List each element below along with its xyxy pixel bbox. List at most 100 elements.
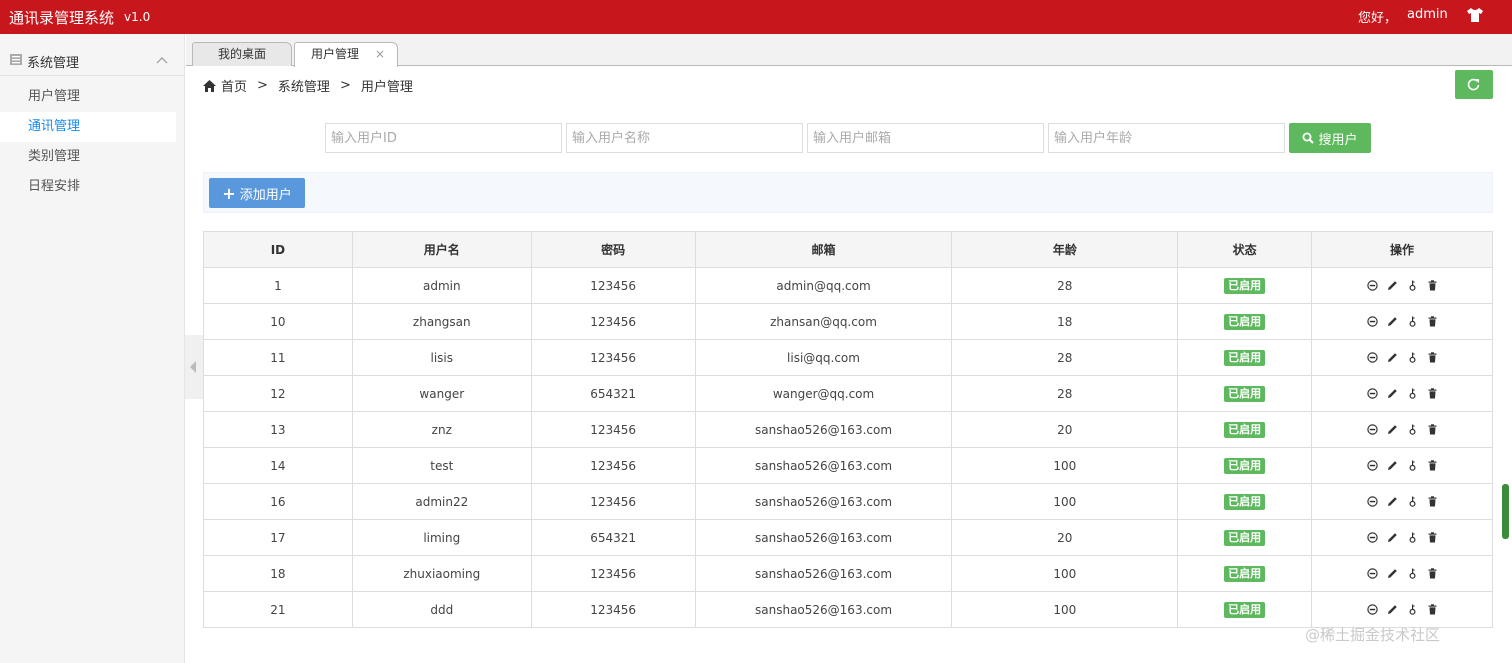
shirt-icon[interactable]: [1466, 6, 1484, 24]
trash-icon[interactable]: [1427, 316, 1438, 327]
cell-email: sanshao526@163.com: [694, 591, 953, 628]
cell-id: 21: [203, 591, 353, 628]
cell-email: sanshao526@163.com: [694, 483, 953, 520]
plus-icon: +: [222, 183, 236, 203]
edit-icon[interactable]: [1387, 388, 1398, 399]
cell-email: lisi@qq.com: [694, 339, 953, 376]
sidebar-section-system[interactable]: 系统管理: [0, 44, 185, 76]
edit-icon[interactable]: [1387, 568, 1398, 579]
search-user-button[interactable]: 搜用户: [1289, 123, 1371, 153]
refresh-button[interactable]: [1455, 70, 1493, 99]
edit-icon[interactable]: [1387, 280, 1398, 291]
disable-icon[interactable]: [1366, 496, 1378, 507]
row-actions: [1312, 568, 1492, 579]
status-badge: 已启用: [1224, 601, 1266, 618]
edit-icon[interactable]: [1387, 424, 1398, 435]
breadcrumb-level2: 用户管理: [360, 80, 413, 95]
row-actions: [1312, 496, 1492, 507]
tab-close-icon[interactable]: ×: [375, 43, 385, 65]
key-icon[interactable]: [1407, 316, 1418, 327]
breadcrumb-level1[interactable]: 系统管理: [278, 76, 330, 95]
sidebar-item-user-management[interactable]: 用户管理: [0, 82, 176, 112]
cell-actions: [1311, 519, 1493, 556]
sidebar-collapse-toggle[interactable]: [185, 335, 203, 399]
disable-icon[interactable]: [1366, 316, 1378, 327]
row-actions: [1312, 388, 1492, 399]
edit-icon[interactable]: [1387, 316, 1398, 327]
key-icon[interactable]: [1407, 280, 1418, 291]
trash-icon[interactable]: [1427, 568, 1438, 579]
tab-label: 用户管理: [310, 47, 359, 61]
cell-age: 100: [951, 447, 1179, 484]
cell-status: 已启用: [1177, 483, 1313, 520]
user-menu[interactable]: admin: [1407, 7, 1448, 22]
trash-icon[interactable]: [1427, 280, 1438, 291]
tab-user-management[interactable]: 用户管理 ×: [294, 42, 398, 67]
search-icon: [1302, 132, 1315, 144]
trash-icon[interactable]: [1427, 496, 1438, 507]
edit-icon[interactable]: [1387, 604, 1398, 615]
sidebar-item-schedule[interactable]: 日程安排: [0, 172, 176, 202]
sidebar-item-contact-management[interactable]: 通讯管理: [0, 112, 176, 142]
key-icon[interactable]: [1407, 424, 1418, 435]
tab-label: 我的桌面: [217, 47, 266, 61]
cell-username: ddd: [351, 591, 532, 628]
cell-id: 18: [203, 555, 353, 592]
disable-icon[interactable]: [1366, 424, 1378, 435]
user-id-input[interactable]: [325, 123, 562, 153]
add-user-button[interactable]: + 添加用户: [209, 178, 305, 208]
cell-id: 11: [203, 339, 353, 376]
cell-username: test: [351, 447, 532, 484]
cell-status: 已启用: [1177, 591, 1313, 628]
cell-age: 28: [951, 339, 1179, 376]
disable-icon[interactable]: [1366, 460, 1378, 471]
cell-status: 已启用: [1177, 339, 1313, 376]
disable-icon[interactable]: [1366, 388, 1378, 399]
trash-icon[interactable]: [1427, 532, 1438, 543]
row-actions: [1312, 280, 1492, 291]
cell-username: admin: [351, 267, 532, 304]
trash-icon[interactable]: [1427, 388, 1438, 399]
status-badge: 已启用: [1224, 493, 1266, 510]
breadcrumb-home[interactable]: 首页: [221, 76, 247, 95]
cell-age: 28: [951, 267, 1179, 304]
cell-id: 12: [203, 375, 353, 412]
key-icon[interactable]: [1407, 352, 1418, 363]
trash-icon[interactable]: [1427, 424, 1438, 435]
disable-icon[interactable]: [1366, 352, 1378, 363]
user-name-input[interactable]: [566, 123, 803, 153]
edit-icon[interactable]: [1387, 460, 1398, 471]
key-icon[interactable]: [1407, 460, 1418, 471]
cell-id: 13: [203, 411, 353, 448]
trash-icon[interactable]: [1427, 352, 1438, 363]
key-icon[interactable]: [1407, 568, 1418, 579]
cell-id: 14: [203, 447, 353, 484]
edit-icon[interactable]: [1387, 532, 1398, 543]
disable-icon[interactable]: [1366, 280, 1378, 291]
status-badge: 已启用: [1224, 385, 1266, 402]
trash-icon[interactable]: [1427, 460, 1438, 471]
disable-icon[interactable]: [1366, 604, 1378, 615]
table-row: 18 zhuxiaoming 123456 sanshao526@163.com 100…: [203, 555, 1493, 592]
cell-email: wanger@qq.com: [694, 375, 953, 412]
key-icon[interactable]: [1407, 496, 1418, 507]
disable-icon[interactable]: [1366, 568, 1378, 579]
key-icon[interactable]: [1407, 532, 1418, 543]
edit-icon[interactable]: [1387, 352, 1398, 363]
key-icon[interactable]: [1407, 388, 1418, 399]
vertical-scrollbar[interactable]: [1502, 484, 1509, 539]
user-age-input[interactable]: [1048, 123, 1285, 153]
row-actions: [1312, 604, 1492, 615]
key-icon[interactable]: [1407, 604, 1418, 615]
cell-id: 16: [203, 483, 353, 520]
trash-icon[interactable]: [1427, 604, 1438, 615]
user-email-input[interactable]: [807, 123, 1044, 153]
status-badge: 已启用: [1224, 565, 1266, 582]
search-button-label: 搜用户: [1318, 132, 1358, 148]
cell-password: 123456: [530, 411, 696, 448]
disable-icon[interactable]: [1366, 532, 1378, 543]
sidebar-item-category-management[interactable]: 类别管理: [0, 142, 176, 172]
cell-age: 100: [951, 483, 1179, 520]
edit-icon[interactable]: [1387, 496, 1398, 507]
tab-my-desktop[interactable]: 我的桌面: [192, 42, 292, 66]
